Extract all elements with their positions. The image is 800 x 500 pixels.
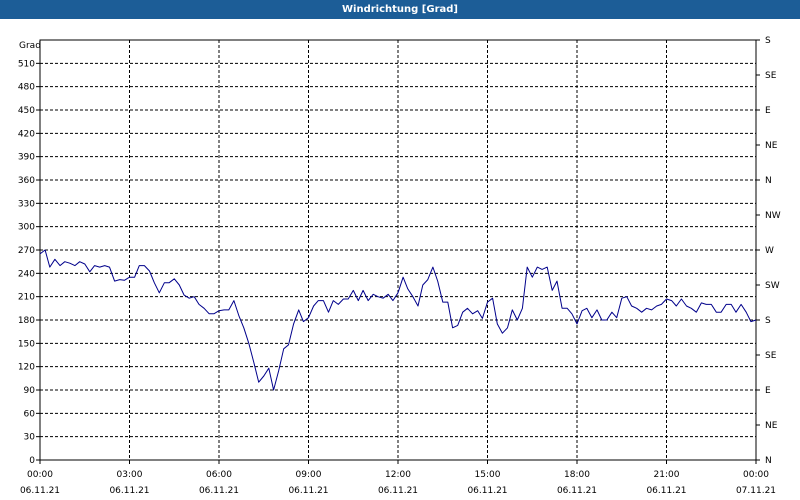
x-tick-time-label: 03:00	[117, 470, 143, 480]
y-tick-label: 270	[18, 246, 35, 256]
x-tick-time-label: 00:00	[27, 470, 53, 480]
bottom-axis: 00:00 06.11.21 03:00 06.11.21 06:00 06.11.21 0…	[20, 460, 776, 496]
y-tick-label: 480	[18, 83, 35, 93]
y-tick-label: 0	[29, 456, 35, 466]
y-tick-label: 30	[24, 433, 36, 443]
y-right-tick-label: SW	[765, 281, 780, 291]
y-tick-label: 360	[18, 176, 35, 186]
y-right-tick-label: E	[765, 386, 771, 396]
x-tick-time-label: 21:00	[654, 470, 680, 480]
y-tick-label: 60	[24, 409, 36, 419]
x-tick-date-label: 06.11.21	[378, 486, 418, 496]
y-axis-label: Grad	[19, 41, 41, 51]
y-tick-label: 300	[18, 223, 35, 233]
y-tick-label: 210	[18, 293, 35, 303]
x-tick-date-label: 06.11.21	[288, 486, 328, 496]
y-right-tick-label: SE	[765, 71, 777, 81]
y-right-tick-label: W	[765, 246, 774, 256]
x-tick-time-label: 06:00	[206, 470, 232, 480]
x-tick-date-label: 06.11.21	[199, 486, 239, 496]
y-right-tick-label: SE	[765, 351, 777, 361]
y-right-tick-label: NE	[765, 141, 778, 151]
x-tick-time-label: 00:00	[743, 470, 769, 480]
x-tick-date-label: 06.11.21	[20, 486, 60, 496]
x-tick-date-label: 06.11.21	[557, 486, 597, 496]
y-right-tick-label: S	[765, 36, 771, 46]
y-right-tick-label: E	[765, 106, 771, 116]
x-tick-time-label: 12:00	[385, 470, 411, 480]
x-tick-time-label: 15:00	[475, 470, 501, 480]
y-tick-label: 90	[24, 386, 36, 396]
right-axis: N NE E SE S SW W NW N NE E SE S	[756, 36, 781, 466]
y-tick-label: 150	[18, 339, 35, 349]
y-tick-label: 180	[18, 316, 35, 326]
x-tick-date-label: 07.11.21	[736, 486, 776, 496]
x-tick-time-label: 18:00	[564, 470, 590, 480]
y-right-tick-label: NE	[765, 421, 778, 431]
y-tick-label: 390	[18, 153, 35, 163]
y-right-tick-label: N	[765, 456, 772, 466]
x-tick-date-label: 06.11.21	[467, 486, 507, 496]
x-tick-date-label: 06.11.21	[109, 486, 149, 496]
y-tick-label: 450	[18, 106, 35, 116]
x-tick-time-label: 09:00	[296, 470, 322, 480]
y-tick-label: 510	[18, 59, 35, 69]
y-right-tick-label: S	[765, 316, 771, 326]
y-tick-label: 420	[18, 129, 35, 139]
left-axis: 0 30 60 90 120 150 180 210 240 270 300 330 360 390 420…	[18, 59, 40, 466]
y-tick-label: 240	[18, 269, 35, 279]
wind-direction-chart: 0 30 60 90 120 150 180 210 240 270 300 330 360 390 420…	[18, 36, 781, 496]
y-right-tick-label: NW	[765, 211, 781, 221]
x-tick-date-label: 06.11.21	[646, 486, 686, 496]
y-tick-label: 330	[18, 199, 35, 209]
y-right-tick-label: N	[765, 176, 772, 186]
y-tick-label: 120	[18, 363, 35, 373]
